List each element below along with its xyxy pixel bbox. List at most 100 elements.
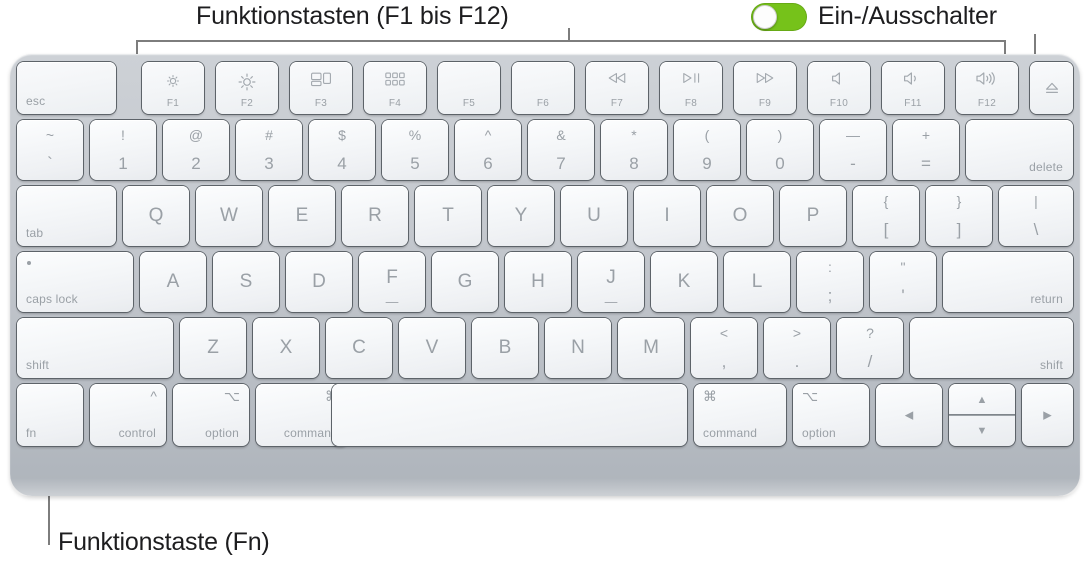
key-slash[interactable]: ? / [837,318,903,378]
key-f12[interactable]: F12 [956,62,1018,114]
key-letter-z[interactable]: Z [180,318,246,378]
key-letter-t[interactable]: T [415,186,481,246]
key-label-s: S [239,271,253,292]
callout-stem-fn-key [48,496,50,545]
key-letter-x[interactable]: X [253,318,319,378]
key-f1[interactable]: F1 [142,62,204,114]
key-label-a: A [166,271,180,292]
key-f2[interactable]: F2 [216,62,278,114]
key-label-d: D [312,271,326,292]
key-digit-6[interactable]: ^ 6 [455,120,521,180]
key-f10[interactable]: F10 [808,62,870,114]
key-bracket-left[interactable]: { [ [853,186,919,246]
key-label-period-bottom: . [794,352,800,371]
key-equal[interactable]: + = [893,120,959,180]
key-caps-lock[interactable]: caps lock [17,252,133,312]
key-letter-k[interactable]: K [651,252,717,312]
key-label-f11: F11 [904,98,922,109]
key-letter-h[interactable]: H [505,252,571,312]
key-label-t: T [442,205,454,226]
key-letter-f[interactable]: F [359,252,425,312]
key-return[interactable]: return [943,252,1073,312]
callout-stem-function-keys [568,28,570,42]
key-letter-c[interactable]: C [326,318,392,378]
key-f8[interactable]: F8 [660,62,722,114]
key-arrow-right[interactable]: ▶ [1022,384,1073,446]
key-command-right[interactable]: ⌘ command [694,384,786,446]
key-digit-7[interactable]: & 7 [528,120,594,180]
key-tab[interactable]: tab [17,186,116,246]
arrow-right-icon: ▶ [1043,409,1052,422]
key-digit-8[interactable]: * 8 [601,120,667,180]
key-letter-q[interactable]: Q [123,186,189,246]
key-label-semicolon-bottom: ; [827,286,833,305]
key-f4[interactable]: F4 [364,62,426,114]
key-f7[interactable]: F7 [586,62,648,114]
key-label-r: R [368,205,382,226]
key-f3[interactable]: F3 [290,62,352,114]
key-delete[interactable]: delete [966,120,1073,180]
key-label-c: C [352,337,366,358]
arrow-up-icon[interactable]: ▲ [949,384,1015,415]
key-f5[interactable]: F5 [438,62,500,114]
key-letter-a[interactable]: A [140,252,206,312]
key-letter-v[interactable]: V [399,318,465,378]
key-arrow-left[interactable]: ◀ [876,384,942,446]
key-digit-1[interactable]: ! 1 [90,120,156,180]
key-label-bracket-left-top: { [883,193,889,209]
key-letter-e[interactable]: E [269,186,335,246]
key-label-delete: delete [1029,160,1063,174]
key-letter-o[interactable]: O [707,186,773,246]
key-digit-3[interactable]: # 3 [236,120,302,180]
key-label-digit-3-top: # [265,127,273,143]
key-letter-l[interactable]: L [724,252,790,312]
key-f9[interactable]: F9 [734,62,796,114]
key-backslash[interactable]: | \ [999,186,1073,246]
key-option-left[interactable]: ⌥ option [173,384,249,446]
key-shift-right[interactable]: shift [910,318,1073,378]
key-option-right[interactable]: ⌥ option [793,384,869,446]
key-period[interactable]: > . [764,318,830,378]
key-letter-g[interactable]: G [432,252,498,312]
power-switch-toggle[interactable] [751,3,807,31]
key-label-backslash-bottom: \ [1033,220,1039,239]
key-letter-b[interactable]: B [472,318,538,378]
brightness-down-icon [142,71,204,91]
arrow-down-icon[interactable]: ▼ [949,415,1015,446]
key-letter-y[interactable]: Y [488,186,554,246]
key-digit-9[interactable]: ( 9 [674,120,740,180]
key-label-digit-1-top: ! [121,127,125,143]
key-label-backslash-top: | [1034,193,1038,209]
key-minus[interactable]: — - [820,120,886,180]
key-control[interactable]: ^ control [90,384,166,446]
key-digit-0[interactable]: ) 0 [747,120,813,180]
key-comma[interactable]: < , [691,318,757,378]
key-esc[interactable]: esc [17,62,116,114]
key-f11[interactable]: F11 [882,62,944,114]
key-space[interactable] [332,384,687,446]
key-fn[interactable]: fn [17,384,83,446]
key-semicolon[interactable]: : ; [797,252,863,312]
key-letter-d[interactable]: D [286,252,352,312]
key-letter-n[interactable]: N [545,318,611,378]
key-digit-2[interactable]: @ 2 [163,120,229,180]
key-letter-j[interactable]: J [578,252,644,312]
key-digit-4[interactable]: $ 4 [309,120,375,180]
key-arrow-up-down[interactable]: ▲ ▼ [949,384,1015,446]
key-bracket-right[interactable]: } ] [926,186,992,246]
key-f6[interactable]: F6 [512,62,574,114]
key-letter-u[interactable]: U [561,186,627,246]
key-letter-r[interactable]: R [342,186,408,246]
key-digit-5[interactable]: % 5 [382,120,448,180]
key-eject[interactable] [1030,62,1073,114]
key-letter-i[interactable]: I [634,186,700,246]
key-quote[interactable]: " ' [870,252,936,312]
key-grave[interactable]: ~ ` [17,120,83,180]
launchpad-icon [364,71,426,87]
key-letter-p[interactable]: P [780,186,846,246]
key-shift-left[interactable]: shift [17,318,173,378]
key-label-semicolon-top: : [828,259,832,275]
key-letter-w[interactable]: W [196,186,262,246]
key-letter-s[interactable]: S [213,252,279,312]
key-letter-m[interactable]: M [618,318,684,378]
